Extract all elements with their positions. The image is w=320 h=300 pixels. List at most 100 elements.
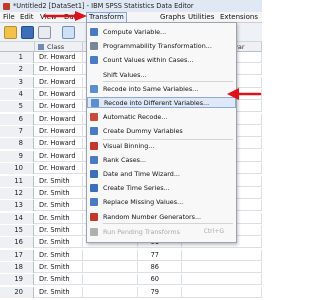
empty-cell[interactable] [83, 249, 138, 261]
menu-item-recode-into-different-variables[interactable]: Recode into Different Variables... [87, 97, 236, 108]
menu-item-programmability-transformation[interactable]: Programmability Transformation... [87, 40, 236, 51]
menu-file[interactable]: File [3, 13, 15, 22]
menu-item-label: Compute Variable... [103, 27, 167, 36]
menu-item-automatic-recode[interactable]: Automatic Recode... [87, 111, 236, 122]
menu-item-shift-values[interactable]: Shift Values... [87, 69, 236, 80]
menu-item-replace-missing-values[interactable]: Replace Missing Values... [87, 196, 236, 207]
menu-item-run-pending-transforms[interactable]: Run Pending Transforms Ctrl+G [87, 226, 236, 237]
row-number[interactable]: 8 [0, 138, 34, 150]
menu-item-label: Count Values within Cases... [103, 55, 194, 64]
table-row: 19 Dr. Smith 60 [0, 274, 262, 286]
dialog-recall-icon[interactable] [62, 26, 75, 39]
count-icon [90, 55, 98, 64]
class-cell[interactable]: Dr. Smith [35, 187, 83, 199]
class-cell[interactable]: Dr. Howard [35, 101, 83, 113]
row-number[interactable]: 20 [0, 286, 34, 298]
row-number[interactable]: 2 [0, 64, 34, 76]
empty-cell[interactable] [83, 286, 138, 298]
menu-item-label: Recode into Same Variables... [103, 84, 199, 93]
class-cell[interactable]: Dr. Smith [35, 224, 83, 236]
menu-graphs[interactable]: Graphs [160, 13, 185, 22]
column-header-class[interactable]: Class [35, 42, 83, 52]
row-number[interactable]: 10 [0, 163, 34, 175]
menu-item-compute-variable[interactable]: Compute Variable... [87, 26, 236, 37]
empty-cell[interactable] [83, 261, 138, 273]
empty-cell[interactable] [182, 274, 262, 286]
score-cell[interactable]: 86 [138, 261, 182, 273]
replace-missing-icon [90, 197, 98, 206]
menu-item-create-time-series[interactable]: Create Time Series... [87, 182, 236, 193]
column-header-label: Class [47, 43, 65, 51]
row-number[interactable]: 6 [0, 113, 34, 125]
nominal-variable-icon [38, 44, 44, 50]
row-number[interactable]: 19 [0, 274, 34, 286]
row-number[interactable]: 15 [0, 224, 34, 236]
class-cell[interactable]: Dr. Smith [35, 175, 83, 187]
menu-item-label: Create Dummy Variables [103, 126, 183, 135]
run-pending-icon [90, 227, 98, 236]
score-cell[interactable]: 77 [138, 249, 182, 261]
row-number[interactable]: 4 [0, 89, 34, 101]
calendar-icon [90, 169, 98, 178]
menu-item-date-and-time-wizard[interactable]: Date and Time Wizard... [87, 168, 236, 179]
class-cell[interactable]: Dr. Smith [35, 261, 83, 273]
class-cell[interactable]: Dr. Howard [35, 52, 83, 63]
binning-icon [90, 141, 98, 150]
row-number[interactable]: 1 [0, 52, 34, 63]
table-row: 17 Dr. Smith 77 [0, 249, 262, 261]
empty-cell[interactable] [182, 249, 262, 261]
empty-cell[interactable] [182, 261, 262, 273]
title-bar: *Untitled2 [DataSet1] - IBM SPSS Statist… [0, 0, 262, 12]
class-cell[interactable]: Dr. Howard [35, 64, 83, 76]
auto-recode-icon [90, 112, 98, 121]
save-icon[interactable] [21, 26, 34, 39]
window-title: *Untitled2 [DataSet1] - IBM SPSS Statist… [13, 2, 194, 10]
random-icon [90, 212, 98, 221]
row-number[interactable]: 13 [0, 200, 34, 212]
score-cell[interactable]: 79 [138, 286, 182, 298]
row-number[interactable]: 16 [0, 237, 34, 249]
menu-utilities[interactable]: Utilities [188, 13, 214, 22]
open-folder-icon[interactable] [4, 26, 17, 39]
class-cell[interactable]: Dr. Smith [35, 212, 83, 224]
score-cell[interactable]: 60 [138, 274, 182, 286]
class-cell[interactable]: Dr. Howard [35, 89, 83, 101]
corner-cell [0, 42, 35, 52]
row-number[interactable]: 3 [0, 76, 34, 88]
menu-extensions[interactable]: Extensions [220, 13, 258, 22]
row-number[interactable]: 14 [0, 212, 34, 224]
row-number[interactable]: 18 [0, 261, 34, 273]
class-cell[interactable]: Dr. Smith [35, 200, 83, 212]
empty-cell[interactable] [83, 274, 138, 286]
print-icon[interactable] [38, 26, 51, 39]
class-cell[interactable]: Dr. Smith [35, 286, 83, 298]
class-cell[interactable]: Dr. Smith [35, 274, 83, 286]
menu-item-rank-cases[interactable]: Rank Cases... [87, 154, 236, 165]
menu-item-label: Programmability Transformation... [103, 41, 212, 50]
class-cell[interactable]: Dr. Howard [35, 163, 83, 175]
menu-item-recode-into-same-variables[interactable]: Recode into Same Variables... [87, 83, 236, 94]
class-cell[interactable]: Dr. Smith [35, 249, 83, 261]
menu-separator [103, 139, 233, 140]
menu-item-create-dummy-variables[interactable]: Create Dummy Variables [87, 125, 236, 136]
class-cell[interactable]: Dr. Howard [35, 150, 83, 162]
class-cell[interactable]: Dr. Smith [35, 237, 83, 249]
class-cell[interactable]: Dr. Howard [35, 113, 83, 125]
menu-edit[interactable]: Edit [20, 13, 34, 22]
class-cell[interactable]: Dr. Howard [35, 138, 83, 150]
calculator-icon [90, 27, 98, 36]
menu-item-count-values-within-cases[interactable]: Count Values within Cases... [87, 54, 236, 65]
gear-icon [90, 41, 98, 50]
menu-item-visual-binning[interactable]: Visual Binning... [87, 140, 236, 151]
class-cell[interactable]: Dr. Howard [35, 126, 83, 138]
row-number[interactable]: 7 [0, 126, 34, 138]
empty-cell[interactable] [182, 286, 262, 298]
recode-same-icon [90, 84, 98, 93]
row-number[interactable]: 17 [0, 249, 34, 261]
row-number[interactable]: 12 [0, 187, 34, 199]
class-cell[interactable]: Dr. Howard [35, 76, 83, 88]
row-number[interactable]: 9 [0, 150, 34, 162]
menu-item-random-number-generators[interactable]: Random Number Generators... [87, 211, 236, 222]
row-number[interactable]: 5 [0, 101, 34, 113]
row-number[interactable]: 11 [0, 175, 34, 187]
